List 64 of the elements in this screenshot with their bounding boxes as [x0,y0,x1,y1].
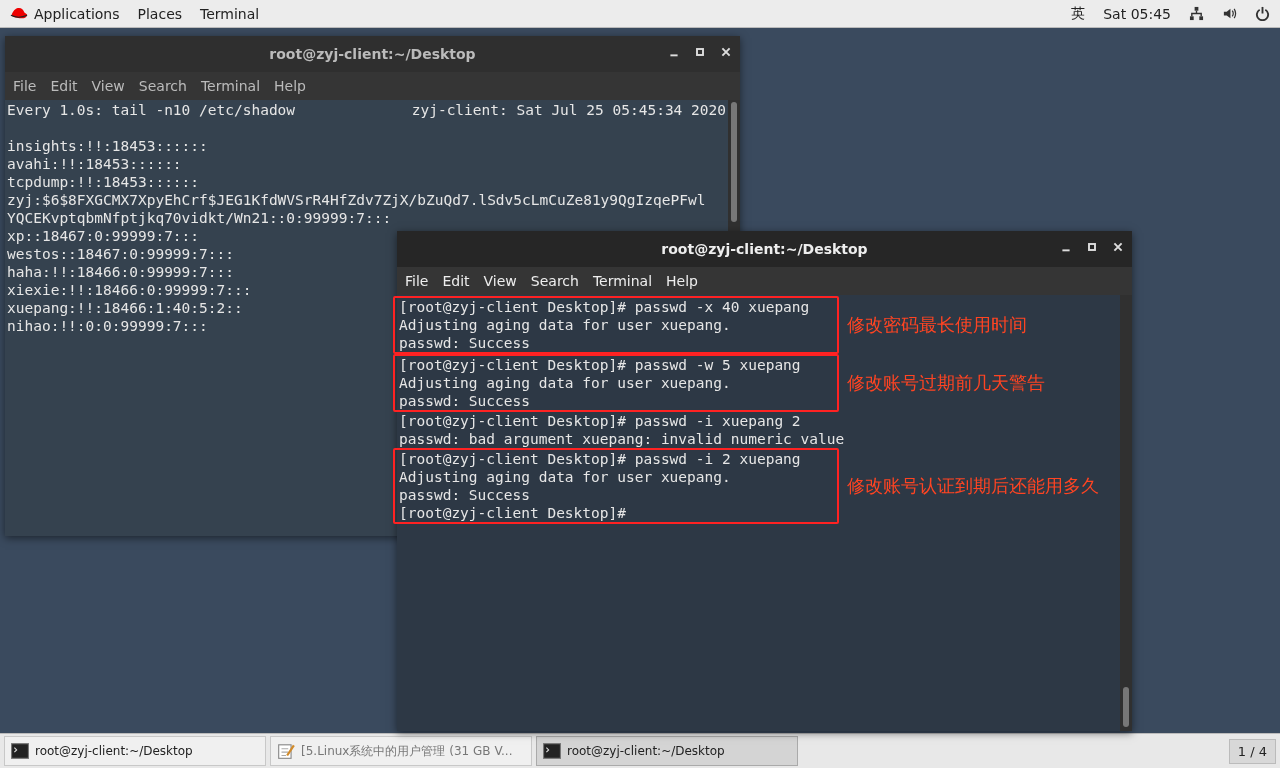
menu-item[interactable]: Terminal [200,78,261,94]
menu-item[interactable]: Search [530,273,579,289]
clock[interactable]: Sat 05:45 [1103,5,1171,22]
maximize-icon[interactable] [1086,241,1098,253]
terminal-line: [root@zyj-client Desktop]# [399,504,626,522]
annotation-text: 修改账号认证到期后还能用多久 [847,477,1099,495]
terminal-line: haha:!!:18466:0:99999:7::: [7,263,234,281]
close-icon[interactable] [720,46,732,58]
terminal-line: [root@zyj-client Desktop]# passwd -i xuepang 2 [399,412,801,430]
terminal-icon [543,742,561,760]
terminal-line: westos::18467:0:99999:7::: [7,245,234,263]
terminal-line: nihao:!!:0:0:99999:7::: [7,317,208,335]
annotation-text: 修改账号过期前几天警告 [847,374,1045,392]
workspace-indicator[interactable]: 1 / 4 [1228,738,1276,764]
input-method-indicator[interactable]: 英 [1071,4,1086,23]
terminal-line: [root@zyj-client Desktop]# passwd -x 40 xuepang [399,298,810,316]
annotation-text: 修改密码最长使用时间 [847,316,1027,334]
menu-item[interactable]: Search [138,78,187,94]
menu-item[interactable]: View [91,78,125,94]
terminal-line: passwd: Success [399,486,530,504]
terminal-line: zyj:$6$8FXGCMX7XpyEhCrf$JEG1KfdWVSrR4HfZdv7ZjX/bZuQd7.lSdv5cLmCuZe81y9QgIzqePFwl [7,191,706,209]
terminal-line: passwd: bad argument xuepang: invalid numeric value [399,430,845,448]
terminal-line: xuepang:!!:18466:1:40:5:2:: [7,299,243,317]
top-menu-item[interactable]: Applications [34,5,120,22]
terminal-line: Adjusting aging data for user xuepang. [399,468,731,486]
terminal-line: Adjusting aging data for user xuepang. [399,374,731,392]
window-title: root@zyj-client:~/Desktop [269,46,476,62]
scrollbar-thumb[interactable] [731,102,737,222]
menu-item[interactable]: File [405,273,429,289]
terminal-line: [root@zyj-client Desktop]# passwd -w 5 xuepang [399,356,801,374]
menu-item[interactable]: Edit [50,78,78,94]
terminal-line: passwd: Success [399,392,530,410]
terminal-line: insights:!!:18453:::::: [7,137,208,155]
menu-item[interactable]: Help [274,78,306,94]
terminal-icon [11,742,29,760]
menu-item[interactable]: Terminal [592,273,653,289]
terminal-line: Adjusting aging data for user xuepang. [399,316,731,334]
power-icon[interactable] [1255,6,1270,21]
notepad-icon [277,742,295,760]
taskbar-button[interactable]: root@zyj-client:~/Desktop [536,736,798,766]
hat-icon [10,6,28,21]
taskbar-button[interactable]: root@zyj-client:~/Desktop [4,736,266,766]
top-menu-item[interactable]: Places [137,5,183,22]
top-menu-item[interactable]: Terminal [200,5,260,22]
menu-item[interactable]: View [483,273,517,289]
menu-item[interactable]: Edit [442,273,470,289]
maximize-icon[interactable] [694,46,706,58]
terminal-line: xp::18467:0:99999:7::: [7,227,200,245]
terminal-line: Every 1.0s: tail -n10 /etc/shadow [7,101,296,119]
terminal-line: passwd: Success [399,334,530,352]
menu-item[interactable]: File [13,78,37,94]
terminal-line: [root@zyj-client Desktop]# passwd -i 2 xuepang [399,450,801,468]
terminal-line: xiexie:!!:18466:0:99999:7::: [7,281,252,299]
close-icon[interactable] [1112,241,1124,253]
volume-icon[interactable] [1222,6,1237,21]
scrollbar-thumb[interactable] [1123,687,1129,727]
terminal-line: zyj-client: Sat Jul 25 05:45:34 2020 [411,101,726,119]
terminal-line: avahi:!!:18453:::::: [7,155,182,173]
window-title: root@zyj-client:~/Desktop [661,241,868,257]
terminal-line: tcpdump:!!:18453:::::: [7,173,200,191]
network-icon[interactable] [1189,6,1204,21]
terminal-line: YQCEKvptqbmNfptjkq70vidkt/Wn21::0:99999:7::: [7,209,392,227]
menu-item[interactable]: Help [666,273,698,289]
taskbar-button[interactable]: [5.Linux系统中的用户管理 (31 GB V... [270,736,532,766]
